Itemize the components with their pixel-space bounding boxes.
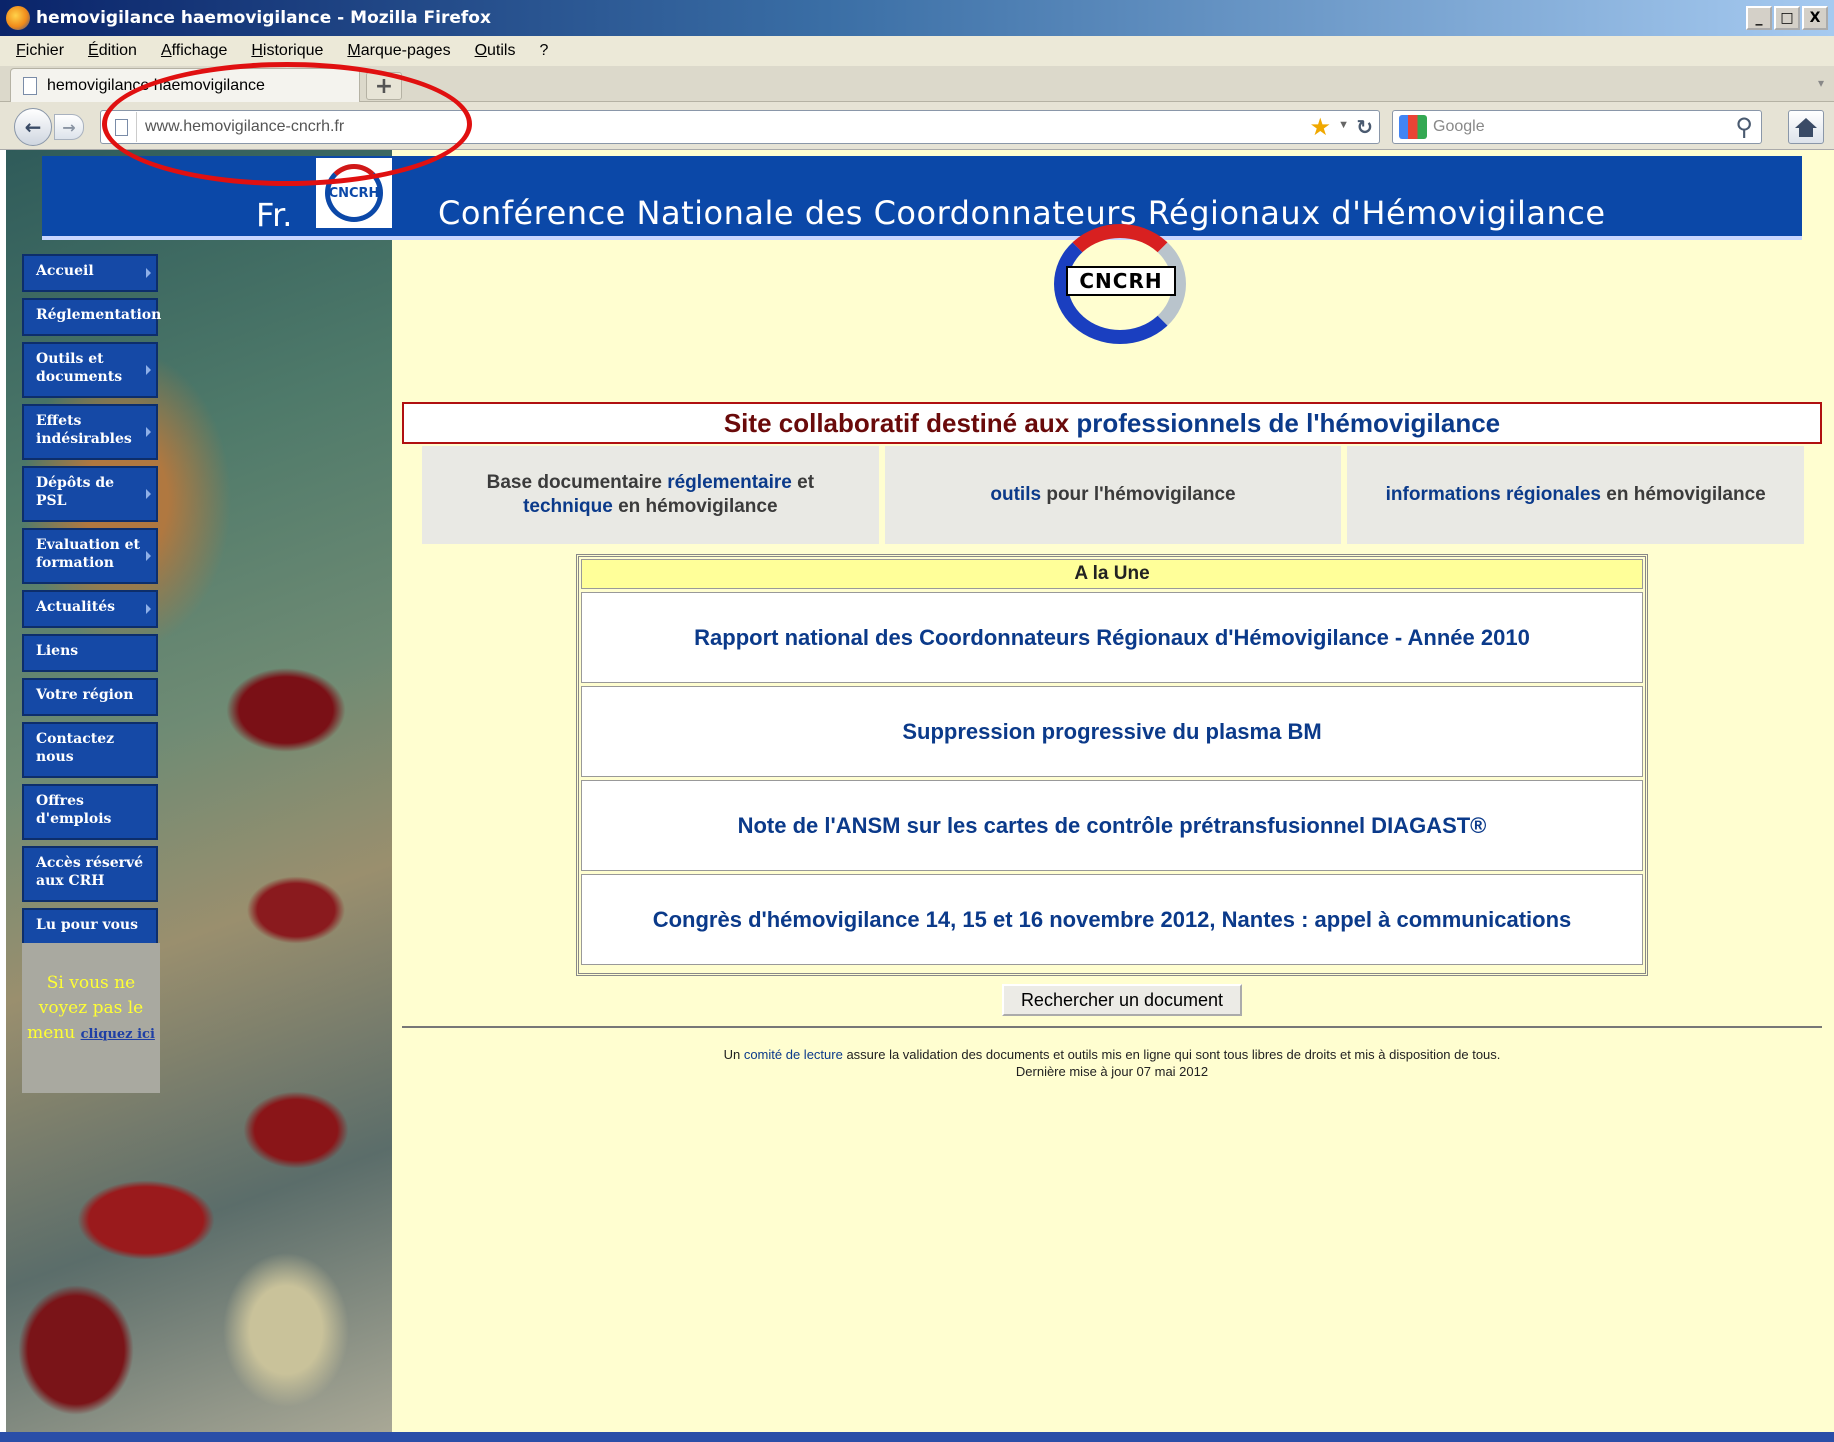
sidebar-item-accueil[interactable]: Accueil xyxy=(22,254,158,292)
page-icon xyxy=(23,76,37,95)
last-update: Dernière mise à jour 07 mai 2012 xyxy=(1015,1064,1209,1079)
window-titlebar: hemovigilance haemovigilance - Mozilla F… xyxy=(0,0,1834,36)
search-icon[interactable]: ⚲ xyxy=(1735,113,1753,142)
site-title: Conférence Nationale des Coordonnateurs … xyxy=(438,194,1606,232)
a-la-une-title: A la Une xyxy=(581,559,1643,589)
une-item-congres[interactable]: Congrès d'hémovigilance 14, 15 et 16 nov… xyxy=(581,874,1643,965)
sidebar-item-depots[interactable]: Dépôts de PSL xyxy=(22,466,158,522)
menu-help[interactable]: ? xyxy=(539,42,548,60)
a-la-une-box: A la Une Rapport national des Coordonnat… xyxy=(576,554,1648,976)
sidebar-item-acces-crh[interactable]: Accès réservé aux CRH xyxy=(22,846,158,902)
menu-affichage[interactable]: Affichage xyxy=(161,42,227,60)
back-button[interactable]: ← xyxy=(14,108,52,146)
home-button[interactable] xyxy=(1788,110,1824,144)
firefox-icon xyxy=(6,6,30,30)
sidebar-item-contact[interactable]: Contactez nous xyxy=(22,722,158,778)
comite-lecture-link[interactable]: comité de lecture xyxy=(744,1047,843,1062)
url-history-chevron-icon[interactable]: ▼ xyxy=(1338,119,1349,131)
tab-list-chevron-icon[interactable]: ▾ xyxy=(1818,76,1824,90)
main-logo-text: CNCRH xyxy=(1066,266,1176,296)
menu-marque-pages[interactable]: Marque-pages xyxy=(347,42,450,60)
menu-outils[interactable]: Outils xyxy=(475,42,516,60)
search-bar[interactable]: Google ⚲ xyxy=(1392,110,1762,144)
chevron-right-icon xyxy=(146,365,151,375)
search-placeholder[interactable]: Google xyxy=(1433,118,1485,136)
forward-button[interactable]: → xyxy=(54,114,84,140)
forward-arrow-icon: → xyxy=(62,117,76,137)
menu-fichier[interactable]: Fichier xyxy=(16,42,64,60)
language-label[interactable]: Fr. xyxy=(256,196,292,234)
category-row: Base documentaire réglementaire et techn… xyxy=(422,446,1805,544)
sidebar-item-evaluation[interactable]: Evaluation et formation xyxy=(22,528,158,584)
sidebar-item-region[interactable]: Votre région xyxy=(22,678,158,716)
sidebar-item-reglementation[interactable]: Réglementation xyxy=(22,298,161,336)
page-footer: Un comité de lecture assure la validatio… xyxy=(402,1046,1822,1080)
home-icon xyxy=(1795,118,1817,137)
chevron-right-icon xyxy=(146,489,151,499)
une-item-plasma[interactable]: Suppression progressive du plasma BM xyxy=(581,686,1643,777)
chevron-right-icon xyxy=(146,604,151,614)
maximize-button[interactable]: □ xyxy=(1774,6,1800,30)
reload-icon[interactable]: ↻ xyxy=(1356,115,1373,139)
chevron-right-icon xyxy=(146,427,151,437)
search-document-button[interactable]: Rechercher un document xyxy=(1002,984,1242,1016)
chevron-right-icon xyxy=(146,551,151,561)
bookmark-star-icon[interactable]: ★ xyxy=(1309,113,1331,142)
category-outils[interactable]: outils pour l'hémovigilance xyxy=(884,446,1342,544)
sidebar-item-liens[interactable]: Liens xyxy=(22,634,158,672)
menu-edition[interactable]: Édition xyxy=(88,42,137,60)
sidebar-item-actualites[interactable]: Actualités xyxy=(22,590,158,628)
close-button[interactable]: X xyxy=(1802,6,1828,30)
window-controls: _ □ X xyxy=(1746,6,1828,30)
menu-help-link[interactable]: cliquez ici xyxy=(81,1027,155,1042)
minimize-button[interactable]: _ xyxy=(1746,6,1772,30)
sidebar-menu: Accueil Réglementation Outils et documen… xyxy=(22,254,161,952)
une-item-rapport[interactable]: Rapport national des Coordonnateurs Régi… xyxy=(581,592,1643,683)
category-informations-regionales[interactable]: informations régionales en hémovigilance xyxy=(1347,446,1805,544)
chevron-right-icon xyxy=(146,268,151,278)
sidebar-item-offres[interactable]: Offres d'emplois xyxy=(22,784,158,840)
window-title: hemovigilance haemovigilance - Mozilla F… xyxy=(36,8,491,28)
red-annotation-ellipse xyxy=(102,62,472,186)
sidebar-item-lu-pour-vous[interactable]: Lu pour vous xyxy=(22,908,158,946)
sidebar-item-effets[interactable]: Effets indésirables xyxy=(22,404,158,460)
page-viewport: Fr. CNCRH Conférence Nationale des Coord… xyxy=(6,150,1834,1432)
sidebar-item-outils[interactable]: Outils et documents xyxy=(22,342,158,398)
cncrh-main-logo: CNCRH xyxy=(1054,224,1188,344)
os-taskbar xyxy=(0,1432,1834,1442)
category-base-documentaire[interactable]: Base documentaire réglementaire et techn… xyxy=(422,446,879,544)
une-item-ansm[interactable]: Note de l'ANSM sur les cartes de contrôl… xyxy=(581,780,1643,871)
back-arrow-icon: ← xyxy=(24,115,42,139)
menu-historique[interactable]: Historique xyxy=(251,42,323,60)
divider xyxy=(402,1026,1822,1028)
google-engine-icon[interactable] xyxy=(1399,115,1427,139)
menu-help-note: Si vous ne voyez pas le menu cliquez ici xyxy=(22,943,160,1093)
site-tagline: Site collaboratif destiné aux profession… xyxy=(402,402,1822,444)
